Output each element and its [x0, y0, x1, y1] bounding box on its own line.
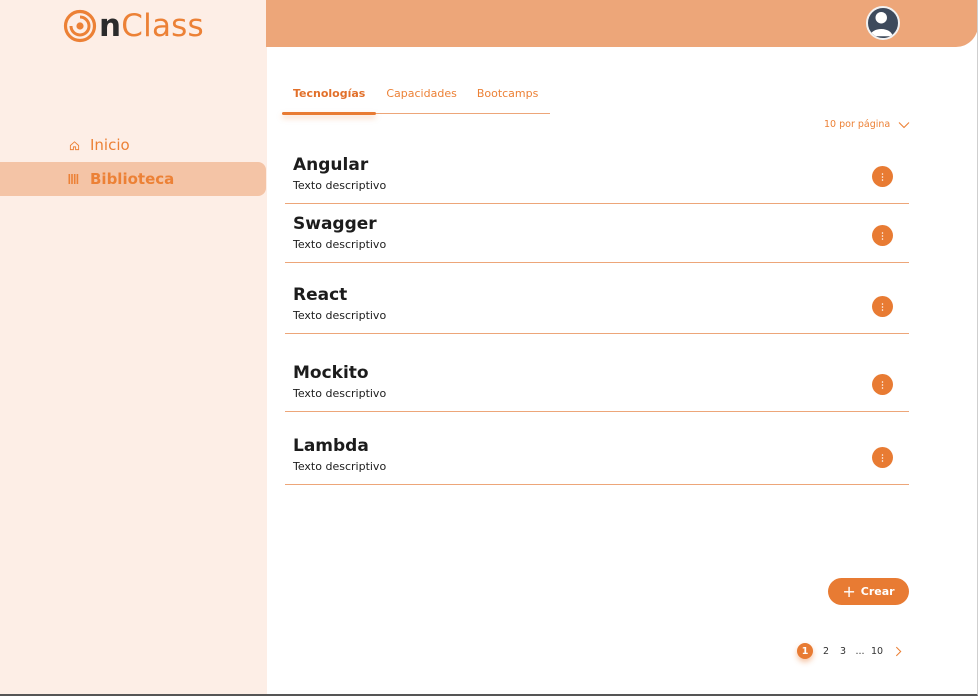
tab-capacidades[interactable]: Capacidades [376, 80, 466, 113]
kebab-icon [881, 380, 884, 389]
logo-letter: n [99, 8, 122, 44]
tab-bootcamps[interactable]: Bootcamps [467, 80, 549, 113]
sidebar-item-label: Biblioteca [90, 170, 175, 188]
item-description: Texto descriptivo [293, 460, 387, 473]
item-title: Mockito [293, 363, 369, 383]
kebab-icon [881, 453, 884, 462]
sidebar-item-inicio[interactable]: Inicio [0, 128, 267, 162]
list-item: Lambda Texto descriptivo [285, 412, 909, 485]
logo-wordmark: Class [121, 8, 204, 44]
logo-target-icon [63, 9, 97, 43]
chevron-down-icon [898, 121, 910, 128]
item-description: Texto descriptivo [293, 179, 387, 192]
sidebar-item-biblioteca[interactable]: Biblioteca [0, 162, 266, 196]
tab-bar: Tecnologías Capacidades Bootcamps [282, 80, 550, 115]
page-1-button[interactable]: 1 [797, 643, 813, 659]
list-item: React Texto descriptivo [285, 263, 909, 334]
more-options-button[interactable] [872, 296, 893, 317]
per-page-label: 10 por página [824, 119, 891, 130]
list-item: Angular Texto descriptivo [285, 148, 909, 204]
sidebar-item-label: Inicio [90, 136, 130, 154]
list-item: Swagger Texto descriptivo [285, 204, 909, 263]
kebab-icon [881, 302, 884, 311]
item-description: Texto descriptivo [293, 309, 387, 322]
app-window: n Class Inicio Biblioteca Tecnologías Ca… [0, 0, 978, 696]
create-button[interactable]: + Crear [828, 578, 909, 605]
item-title: React [293, 285, 348, 305]
next-page-button[interactable] [891, 643, 905, 659]
sidebar: n Class Inicio Biblioteca [0, 0, 267, 694]
library-icon [67, 172, 81, 186]
top-bar [266, 0, 977, 47]
user-avatar[interactable] [866, 6, 900, 40]
chevron-right-icon [895, 646, 901, 656]
tab-tecnologias[interactable]: Tecnologías [282, 80, 377, 115]
item-description: Texto descriptivo [293, 238, 387, 251]
create-button-label: Crear [860, 585, 895, 598]
item-title: Lambda [293, 436, 369, 456]
page-10-button[interactable]: 10 [870, 643, 884, 659]
sidebar-nav: Inicio Biblioteca [0, 128, 267, 196]
page-ellipsis: ... [855, 645, 865, 657]
item-title: Angular [293, 155, 369, 175]
per-page-select[interactable]: 10 por página [824, 119, 910, 130]
item-description: Texto descriptivo [293, 387, 387, 400]
plus-icon: + [842, 581, 856, 601]
list-item: Mockito Texto descriptivo [285, 334, 909, 412]
page-2-button[interactable]: 2 [819, 643, 833, 659]
more-options-button[interactable] [872, 166, 893, 187]
home-icon [67, 138, 81, 152]
more-options-button[interactable] [872, 225, 893, 246]
kebab-icon [881, 172, 884, 181]
user-icon [869, 11, 893, 37]
more-options-button[interactable] [872, 374, 893, 395]
more-options-button[interactable] [872, 447, 893, 468]
app-logo: n Class [63, 6, 204, 46]
pagination: 1 2 3 ... 10 [797, 642, 908, 660]
kebab-icon [881, 231, 884, 240]
page-3-button[interactable]: 3 [836, 643, 850, 659]
item-title: Swagger [293, 214, 377, 234]
